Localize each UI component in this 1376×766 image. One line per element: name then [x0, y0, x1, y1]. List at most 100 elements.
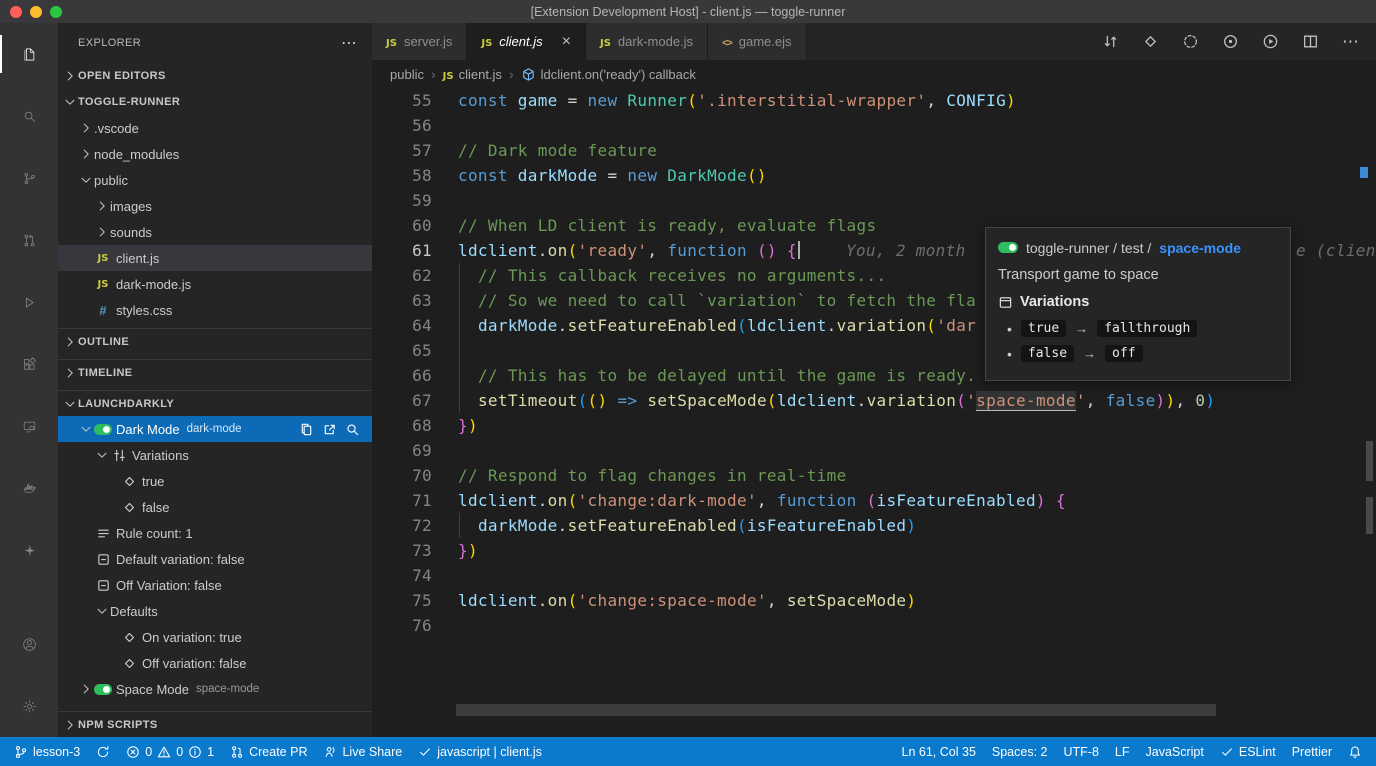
- statusbar-live-share[interactable]: Live Share: [315, 737, 410, 766]
- tree-item-off-variation-false[interactable]: Off Variation: false: [58, 572, 372, 598]
- code-line-59[interactable]: 59: [372, 188, 1376, 213]
- close-tab-icon[interactable]: ×: [562, 34, 571, 50]
- code-line-74[interactable]: 74: [372, 563, 1376, 588]
- tree-item-vscode[interactable]: .vscode: [58, 115, 372, 141]
- chevron-right-icon: [62, 334, 78, 350]
- tree-item-defaults[interactable]: Defaults: [58, 598, 372, 624]
- tree-item-images[interactable]: images: [58, 193, 372, 219]
- zoom-window-button[interactable]: [50, 6, 62, 18]
- statusbar-prettier[interactable]: Prettier: [1284, 737, 1340, 766]
- section-open-editors[interactable]: OPEN EDITORS: [58, 63, 372, 89]
- activity-item-docker[interactable]: [0, 457, 58, 519]
- statusbar-problems[interactable]: 001: [118, 737, 222, 766]
- section-launchdarkly[interactable]: LAUNCHDARKLY: [58, 390, 372, 416]
- statusbar-eslint[interactable]: ESLint: [1212, 737, 1284, 766]
- circle-outline-button[interactable]: [1182, 33, 1199, 50]
- activity-item-explorer[interactable]: [0, 23, 58, 85]
- close-window-button[interactable]: [10, 6, 22, 18]
- statusbar-git-branch[interactable]: lesson-3: [6, 737, 88, 766]
- item-label: node_modules: [94, 147, 179, 162]
- tree-item-styles-css[interactable]: #styles.css: [58, 297, 372, 323]
- code-line-70[interactable]: 70// Respond to flag changes in real-tim…: [372, 463, 1376, 488]
- tree-item-dark-mode[interactable]: Dark Modedark-mode: [58, 416, 372, 442]
- hover-flag-link[interactable]: space-mode: [1159, 240, 1241, 256]
- section-outline[interactable]: OUTLINE: [58, 328, 372, 354]
- breadcrumb-item-ldclient-on-ready-callback[interactable]: ldclient.on('ready') callback: [521, 67, 696, 82]
- split-editor-button[interactable]: [1302, 33, 1319, 50]
- statusbar-create-pr[interactable]: Create PR: [222, 737, 315, 766]
- token: darkMode: [478, 516, 558, 535]
- code-line-57[interactable]: 57// Dark mode feature: [372, 138, 1376, 163]
- tree-item-default-variation-false[interactable]: Default variation: false: [58, 546, 372, 572]
- token: ): [468, 541, 478, 560]
- tree-item-variations[interactable]: Variations: [58, 442, 372, 468]
- tree-item-public[interactable]: public: [58, 167, 372, 193]
- section-npm-scripts[interactable]: NPM SCRIPTS: [58, 711, 372, 737]
- code-line-56[interactable]: 56: [372, 113, 1376, 138]
- explorer-more-actions-button[interactable]: ⋯: [341, 33, 358, 53]
- tree-item-dark-mode-js[interactable]: JSdark-mode.js: [58, 271, 372, 297]
- code-line-76[interactable]: 76: [372, 613, 1376, 638]
- tab-game-ejs[interactable]: <>game.ejs: [708, 23, 806, 60]
- tree-item-rule-count-1[interactable]: Rule count: 1: [58, 520, 372, 546]
- tree-item-sounds[interactable]: sounds: [58, 219, 372, 245]
- code-line-58[interactable]: 58const darkMode = new DarkMode(): [372, 163, 1376, 188]
- activity-item-source-control[interactable]: [0, 147, 58, 209]
- search-button[interactable]: [345, 422, 360, 437]
- statusbar-language-status[interactable]: javascript | client.js: [410, 737, 550, 766]
- minimize-window-button[interactable]: [30, 6, 42, 18]
- tree-item-node-modules[interactable]: node_modules: [58, 141, 372, 167]
- code-line-68[interactable]: 68}): [372, 413, 1376, 438]
- statusbar-cursor-position[interactable]: Ln 61, Col 35: [894, 737, 984, 766]
- code-line-75[interactable]: 75ldclient.on('change:space-mode', setSp…: [372, 588, 1376, 613]
- more-actions-button[interactable]: ⋯: [1342, 32, 1359, 52]
- open-external-button[interactable]: [322, 422, 337, 437]
- statusbar-eol[interactable]: LF: [1107, 737, 1138, 766]
- run-button[interactable]: [1262, 33, 1279, 50]
- tree-item-space-mode[interactable]: Space Modespace-mode: [58, 676, 372, 702]
- token: [777, 241, 787, 260]
- tree-item-client-js[interactable]: JSclient.js: [58, 245, 372, 271]
- statusbar-sync[interactable]: [88, 737, 118, 766]
- token: (: [687, 91, 697, 110]
- activity-item-live-preview[interactable]: [0, 395, 58, 457]
- tree-item-off-variation-false[interactable]: Off variation: false: [58, 650, 372, 676]
- tab-server-js[interactable]: JSserver.js: [372, 23, 467, 60]
- diamond-icon: [120, 500, 138, 515]
- ld-flag-button[interactable]: [1142, 33, 1159, 50]
- breadcrumb-item-client-js[interactable]: JSclient.js: [443, 67, 502, 82]
- statusbar-indentation[interactable]: Spaces: 2: [984, 737, 1056, 766]
- horizontal-scrollbar[interactable]: [456, 704, 1216, 716]
- tab-client-js[interactable]: JSclient.js×: [467, 23, 586, 60]
- statusbar-notifications[interactable]: [1340, 737, 1370, 766]
- section-timeline[interactable]: TIMELINE: [58, 359, 372, 385]
- statusbar-encoding[interactable]: UTF-8: [1055, 737, 1106, 766]
- activity-item-extensions[interactable]: [0, 333, 58, 395]
- statusbar-language-mode[interactable]: JavaScript: [1138, 737, 1212, 766]
- breadcrumb-item-public[interactable]: public: [390, 67, 424, 82]
- code-line-55[interactable]: 55const game = new Runner('.interstitial…: [372, 88, 1376, 113]
- indent-guide: [459, 263, 460, 288]
- copy-button[interactable]: [299, 422, 314, 437]
- code-line-69[interactable]: 69: [372, 438, 1376, 463]
- activity-item-search[interactable]: [0, 85, 58, 147]
- activity-item-settings[interactable]: [0, 675, 58, 737]
- activity-item-launchdarkly[interactable]: [0, 519, 58, 581]
- item-label: Variations: [132, 448, 189, 463]
- tab-dark-mode-js[interactable]: JSdark-mode.js: [586, 23, 708, 60]
- tree-item-true[interactable]: true: [58, 468, 372, 494]
- activity-item-github-pull-requests[interactable]: [0, 209, 58, 271]
- sliders-icon: [110, 448, 128, 463]
- tree-item-on-variation-true[interactable]: On variation: true: [58, 624, 372, 650]
- activity-item-accounts[interactable]: [0, 613, 58, 675]
- circle-dot-button[interactable]: [1222, 33, 1239, 50]
- code-line-71[interactable]: 71ldclient.on('change:dark-mode', functi…: [372, 488, 1376, 513]
- git-compare-button[interactable]: [1102, 33, 1119, 50]
- activity-item-run-debug[interactable]: [0, 271, 58, 333]
- section-toggle-runner[interactable]: TOGGLE-RUNNER: [58, 89, 372, 115]
- code-line-73[interactable]: 73}): [372, 538, 1376, 563]
- code-line-72[interactable]: 72 darkMode.setFeatureEnabled(isFeatureE…: [372, 513, 1376, 538]
- tree-item-false[interactable]: false: [58, 494, 372, 520]
- token: ldclient: [458, 491, 538, 510]
- code-line-67[interactable]: 67 setTimeout(() => setSpaceMode(ldclien…: [372, 388, 1376, 413]
